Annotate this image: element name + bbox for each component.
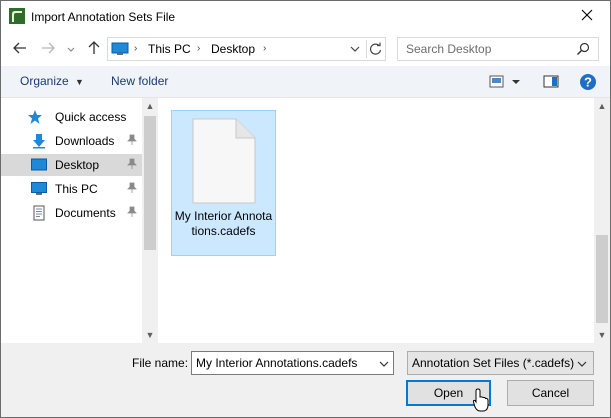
- nav-item-desktop[interactable]: Desktop: [1, 154, 142, 176]
- refresh-button[interactable]: [366, 40, 384, 58]
- nav-scroll-thumb[interactable]: [144, 116, 156, 250]
- nav-quick-access-label: Quick access: [55, 110, 127, 124]
- new-folder-button[interactable]: New folder: [111, 74, 168, 88]
- address-bar[interactable]: › This PC › Desktop ›: [107, 37, 386, 61]
- close-icon: [581, 9, 593, 24]
- help-button[interactable]: ?: [579, 73, 597, 94]
- forward-arrow-icon: [41, 42, 55, 57]
- change-view-button[interactable]: [489, 74, 521, 93]
- nav-item-label: This PC: [55, 182, 98, 196]
- scroll-up-arrow-icon[interactable]: ▲: [142, 98, 158, 114]
- breadcrumb-chevron-icon[interactable]: ›: [263, 43, 266, 54]
- file-name-value[interactable]: My Interior Annotations.cadefs: [196, 356, 357, 370]
- title-bar: Import Annotation Sets File: [1, 1, 610, 32]
- star-icon: [27, 109, 43, 128]
- file-item[interactable]: My Interior Annotations.cadefs: [171, 110, 276, 256]
- breadcrumb-chevron-icon[interactable]: ›: [197, 43, 200, 54]
- organize-button[interactable]: Organize ▼: [20, 74, 84, 88]
- preview-pane-button[interactable]: [543, 74, 559, 93]
- organize-label: Organize: [20, 74, 69, 88]
- scroll-up-arrow-icon[interactable]: ▲: [594, 98, 610, 114]
- nav-quick-access[interactable]: Quick access: [1, 106, 142, 128]
- command-bar: Organize ▼ New folder ?: [1, 66, 610, 98]
- back-button[interactable]: [11, 40, 29, 58]
- nav-item-documents[interactable]: Documents: [1, 202, 142, 224]
- nav-item-label: Documents: [55, 206, 116, 220]
- help-icon: ?: [580, 74, 596, 90]
- nav-item-label: Desktop: [55, 158, 100, 172]
- svg-text:?: ?: [584, 75, 592, 90]
- file-name-label: My Interior Annotations.cadefs: [174, 209, 273, 238]
- open-file-dialog: Import Annotation Sets File › This PC › …: [0, 0, 611, 418]
- refresh-icon: [369, 42, 382, 55]
- file-list-pane: My Interior Annotations.cadefs ▲ ▼: [158, 98, 610, 343]
- cancel-button[interactable]: Cancel: [507, 380, 594, 406]
- pin-icon[interactable]: [127, 158, 137, 173]
- computer-icon: [111, 42, 129, 59]
- file-scroll-thumb[interactable]: [596, 235, 608, 323]
- search-placeholder: Search Desktop: [406, 42, 492, 56]
- preview-pane-icon: [543, 75, 559, 88]
- up-arrow-icon: [88, 40, 100, 58]
- chevron-down-icon[interactable]: [379, 358, 389, 372]
- mouse-pointer-icon: [472, 388, 489, 415]
- chief-architect-icon: [9, 8, 25, 24]
- chevron-down-icon: [67, 42, 75, 56]
- breadcrumb-this-pc[interactable]: This PC: [148, 42, 191, 56]
- pin-icon[interactable]: [127, 206, 137, 221]
- window-title: Import Annotation Sets File: [31, 10, 176, 24]
- back-arrow-icon: [13, 42, 27, 57]
- caret-down-icon: ▼: [75, 77, 84, 87]
- nav-item-label: Downloads: [55, 134, 115, 148]
- breadcrumb-desktop[interactable]: Desktop: [211, 42, 255, 56]
- file-name-field[interactable]: My Interior Annotations.cadefs: [191, 351, 394, 375]
- dialog-footer: File name: My Interior Annotations.cadef…: [1, 343, 610, 417]
- pin-icon[interactable]: [127, 182, 137, 197]
- blank-document-icon: [192, 118, 256, 207]
- nav-scrollbar[interactable]: ▲ ▼: [142, 98, 158, 343]
- download-arrow-icon: [31, 133, 47, 149]
- nav-item-this-pc[interactable]: This PC: [1, 178, 142, 200]
- chevron-down-icon: [577, 358, 587, 372]
- address-dropdown-button[interactable]: [348, 41, 362, 57]
- desktop-icon: [31, 157, 47, 173]
- search-input[interactable]: Search Desktop: [397, 37, 599, 61]
- file-type-value: Annotation Set Files (*.cadefs): [412, 356, 575, 370]
- file-scrollbar[interactable]: ▲ ▼: [594, 98, 610, 343]
- close-button[interactable]: [564, 1, 610, 32]
- navigation-pane: Quick access Downloads Desktop This PC D…: [1, 98, 158, 343]
- documents-icon: [31, 205, 47, 221]
- scroll-down-arrow-icon[interactable]: ▼: [594, 327, 610, 343]
- up-button[interactable]: [85, 40, 103, 58]
- view-icon: [489, 75, 520, 88]
- pin-icon[interactable]: [127, 134, 137, 149]
- computer-icon: [31, 181, 47, 197]
- file-name-field-label: File name:: [132, 356, 189, 370]
- search-icon: [576, 42, 590, 59]
- breadcrumb-chevron-icon: ›: [134, 43, 138, 54]
- file-type-select[interactable]: Annotation Set Files (*.cadefs): [407, 351, 594, 375]
- forward-button[interactable]: [39, 40, 57, 58]
- scroll-down-arrow-icon[interactable]: ▼: [142, 327, 158, 343]
- nav-item-downloads[interactable]: Downloads: [1, 130, 142, 152]
- navigation-row: › This PC › Desktop › Search Desktop: [1, 32, 610, 66]
- recent-locations-button[interactable]: [64, 40, 78, 58]
